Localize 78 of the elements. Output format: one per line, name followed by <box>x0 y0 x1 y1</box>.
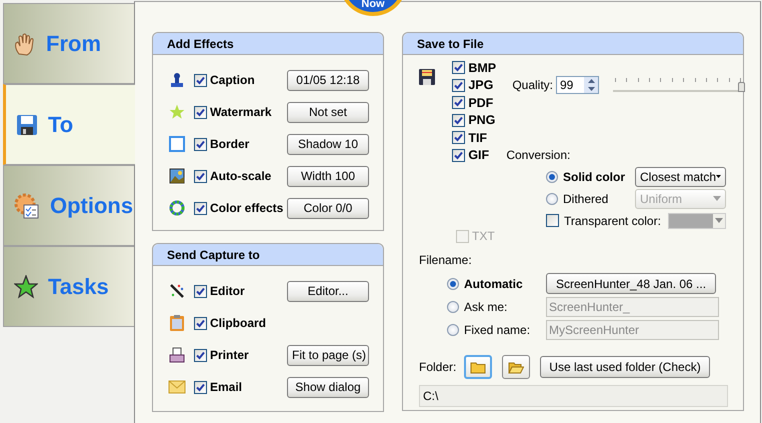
checkbox[interactable] <box>194 316 207 330</box>
quality-label: Quality: <box>512 78 553 92</box>
settings-button[interactable]: Color 0/0 <box>287 198 369 218</box>
group-title: Add Effects <box>166 36 234 50</box>
square-frame-icon <box>166 136 188 152</box>
group-title: Send Capture to <box>166 248 260 262</box>
slider-thumb[interactable] <box>738 82 745 92</box>
checkbox-label: Transparent color: <box>564 214 661 228</box>
star-icon <box>14 274 38 298</box>
radio-button[interactable] <box>447 324 459 336</box>
checkbox[interactable] <box>194 284 207 298</box>
settings-button[interactable]: Editor... <box>287 280 369 302</box>
checkbox[interactable] <box>194 380 207 394</box>
folder-label: Folder: <box>419 360 458 374</box>
folder-icon <box>470 360 486 374</box>
checkbox[interactable] <box>194 170 207 182</box>
option-label: Editor <box>210 284 245 298</box>
checkbox[interactable] <box>194 202 207 214</box>
caret-icon <box>716 174 721 179</box>
option-label: Clipboard <box>210 316 266 330</box>
radio-label: Fixed name: <box>464 322 532 336</box>
checkbox[interactable] <box>452 131 466 144</box>
gear-checklist-icon <box>14 192 40 218</box>
open-folder-button[interactable] <box>502 355 530 379</box>
option-label: Caption <box>210 73 255 87</box>
settings-button[interactable]: Not set <box>287 102 369 122</box>
quality-slider[interactable] <box>613 78 743 92</box>
option-label: Auto-scale <box>210 169 272 183</box>
checkbox[interactable] <box>194 74 207 86</box>
checkbox[interactable] <box>452 78 466 92</box>
conversion-label: Conversion: <box>506 148 570 162</box>
caret-icon <box>715 218 723 223</box>
settings-button[interactable]: Width 100 <box>287 166 369 186</box>
quality-spinner[interactable]: 99 <box>556 76 599 94</box>
checkbox[interactable] <box>546 214 559 227</box>
folder-path-field[interactable]: C:\ <box>419 385 728 407</box>
color-picker[interactable] <box>668 212 726 228</box>
dropdown[interactable]: Closest match <box>635 166 726 186</box>
radio-label: Dithered <box>563 192 608 206</box>
settings-button[interactable]: 01/05 12:18 <box>287 70 369 90</box>
settings-button[interactable]: Shadow 10 <box>287 134 369 154</box>
checkbox[interactable] <box>194 106 207 118</box>
side-tab[interactable]: To <box>3 84 135 165</box>
last-folder-button[interactable]: Use last used folder (Check) <box>540 356 710 378</box>
radio-button[interactable] <box>447 278 459 290</box>
filename-button[interactable]: ScreenHunter_48 Jan. 06 ... <box>546 273 716 294</box>
radio-label: Solid color <box>563 170 626 184</box>
checkbox[interactable] <box>452 96 466 110</box>
settings-button[interactable]: Fit to page (s) <box>287 344 369 366</box>
option-label: Printer <box>210 348 249 362</box>
format-label: GIF <box>468 148 490 162</box>
envelope-icon <box>166 380 188 394</box>
checkbox[interactable] <box>452 148 466 162</box>
option-label: Email <box>210 380 242 394</box>
settings-button[interactable]: Show dialog <box>287 376 369 398</box>
format-label: TXT <box>472 229 495 243</box>
format-label: BMP <box>468 60 498 75</box>
radio-button[interactable] <box>447 300 459 312</box>
hand-icon <box>14 32 36 56</box>
folder-button[interactable] <box>464 355 492 379</box>
checkbox[interactable] <box>194 348 207 362</box>
radio-label: Ask me: <box>464 300 508 314</box>
filename-label: Filename: <box>419 253 472 267</box>
open-folder-icon <box>508 360 524 374</box>
group-title: Save to File <box>416 36 484 50</box>
radio-label: Automatic <box>464 276 524 290</box>
option-label: Color effects <box>210 201 284 215</box>
format-label: JPG <box>468 78 494 92</box>
format-label: TIF <box>468 130 488 145</box>
checkbox[interactable] <box>452 114 466 127</box>
format-label: PDF <box>468 96 494 110</box>
format-label: PNG <box>468 113 496 128</box>
checkbox[interactable] <box>452 61 466 74</box>
checkbox[interactable] <box>194 138 207 150</box>
option-label: Watermark <box>210 105 272 119</box>
caret-icon <box>713 196 721 201</box>
radio-button[interactable] <box>546 170 558 182</box>
option-label: Border <box>210 137 250 151</box>
